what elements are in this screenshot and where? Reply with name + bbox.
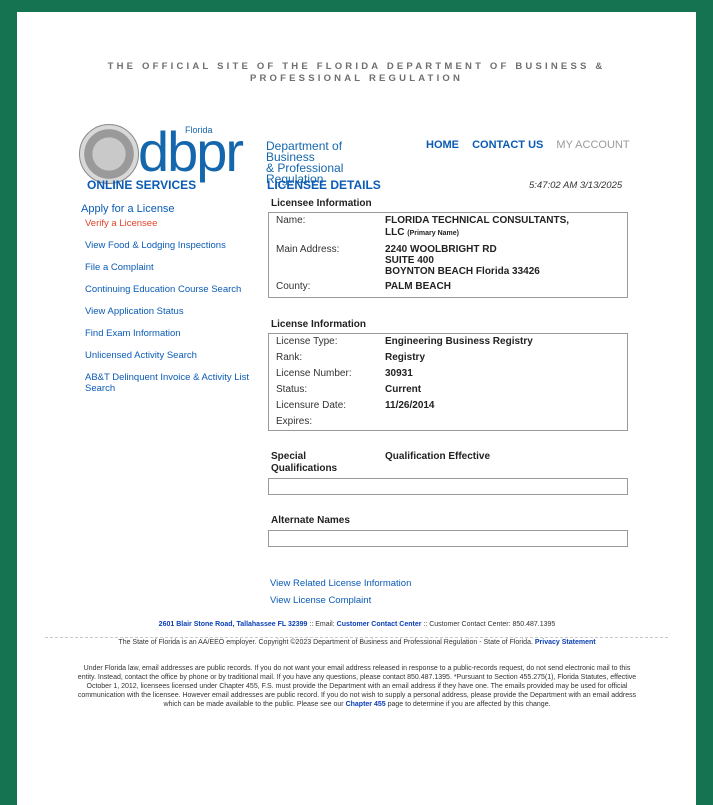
rank-value: Registry xyxy=(385,352,426,363)
footer-equal-opportunity: The State of Florida is an AA/EEO employ… xyxy=(77,638,637,647)
rank-label: Rank: xyxy=(276,352,303,363)
address-line1: 2240 WOOLBRIGHT RD xyxy=(385,244,497,255)
footer-address[interactable]: 2601 Blair Stone Road, Tallahassee FL 32… xyxy=(159,621,308,628)
status-row: Status: Current xyxy=(269,382,627,398)
licensee-info-box: Name: FLORIDA TECHNICAL CONSULTANTS, LLC… xyxy=(268,212,628,298)
timestamp: 5:47:02 AM 3/13/2025 xyxy=(529,180,623,191)
licensure-date-label: Licensure Date: xyxy=(276,400,347,411)
name-value-line1: FLORIDA TECHNICAL CONSULTANTS, xyxy=(385,215,570,226)
address-value: 2240 WOOLBRIGHT RD SUITE 400 BOYNTON BEA… xyxy=(385,244,627,277)
sidebar-apply-license[interactable]: Apply for a License xyxy=(81,203,256,215)
chapter-455-link[interactable]: Chapter 455 xyxy=(346,701,386,708)
nav-my-account[interactable]: MY ACCOUNT xyxy=(556,139,629,151)
logo-florida: Florida xyxy=(185,125,213,135)
license-complaint-link[interactable]: View License Complaint xyxy=(270,595,371,606)
footer-contact: 2601 Blair Stone Road, Tallahassee FL 32… xyxy=(77,620,637,629)
name-row: Name: FLORIDA TECHNICAL CONSULTANTS, LLC… xyxy=(269,213,627,242)
sidebar-item-verify-licensee[interactable]: Verify a Licensee xyxy=(81,218,256,229)
license-type-row: License Type: Engineering Business Regist… xyxy=(269,334,627,350)
alternate-names-title: Alternate Names xyxy=(271,515,350,526)
nav-home[interactable]: HOME xyxy=(426,139,459,151)
logo-department-line1: Department of Business xyxy=(266,139,343,164)
sidebar-item-application-status[interactable]: View Application Status xyxy=(81,306,256,317)
alternate-names-box xyxy=(268,530,628,547)
address-line2: SUITE 400 xyxy=(385,255,434,266)
page-title: LICENSEE DETAILS xyxy=(267,178,381,192)
footer-copyright: The State of Florida is an AA/EEO employ… xyxy=(118,639,533,646)
nav-contact-us[interactable]: CONTACT US xyxy=(472,139,543,151)
sidebar-item-continuing-education[interactable]: Continuing Education Course Search xyxy=(81,284,256,295)
dbpr-logo[interactable]: dbpr Florida Department of Business & Pr… xyxy=(79,124,379,185)
name-label: Name: xyxy=(276,215,306,226)
expires-label: Expires: xyxy=(276,416,313,427)
license-info-box: License Type: Engineering Business Regist… xyxy=(268,333,628,431)
footer-contact-center-link[interactable]: Customer Contact Center xyxy=(337,621,422,628)
license-number-value: 30931 xyxy=(385,368,413,379)
special-qualifications-box xyxy=(268,478,628,495)
address-label: Main Address: xyxy=(276,244,340,255)
sidebar-item-file-complaint[interactable]: File a Complaint xyxy=(81,262,256,273)
status-label: Status: xyxy=(276,384,308,395)
site-banner-line1: THE OFFICIAL SITE OF THE FLORIDA DEPARTM… xyxy=(107,61,606,72)
footer-legal: Under Florida law, email addresses are p… xyxy=(77,664,637,709)
sidebar: Apply for a License Verify a Licensee Vi… xyxy=(81,203,256,405)
footer-phone: :: Customer Contact Center: 850.487.1395 xyxy=(423,621,556,628)
page-content: THE OFFICIAL SITE OF THE FLORIDA DEPARTM… xyxy=(17,12,696,805)
address-line3: BOYNTON BEACH Florida 33426 xyxy=(385,266,540,277)
special-qualifications-label: Special Qualifications xyxy=(271,451,338,474)
license-type-label: License Type: xyxy=(276,336,338,347)
license-number-label: License Number: xyxy=(276,368,352,379)
license-info-title: License Information xyxy=(271,319,367,330)
florida-seal-icon xyxy=(79,124,139,184)
footer-email-prefix: :: Email: xyxy=(309,621,335,628)
county-value: PALM BEACH xyxy=(385,281,451,292)
sidebar-item-food-lodging[interactable]: View Food & Lodging Inspections xyxy=(81,240,256,251)
name-value: FLORIDA TECHNICAL CONSULTANTS, LLC (Prim… xyxy=(385,215,627,240)
footer-legal-text-end: page to determine if you are affected by… xyxy=(387,701,551,708)
online-services-heading: ONLINE SERVICES xyxy=(87,178,197,192)
special-qualifications-value: Qualification Effective xyxy=(385,451,491,462)
status-value: Current xyxy=(385,384,422,395)
sidebar-item-exam-information[interactable]: Find Exam Information xyxy=(81,328,256,339)
name-value-line2: LLC xyxy=(385,227,405,238)
license-number-row: License Number: 30931 xyxy=(269,366,627,382)
sidebar-item-unlicensed-activity[interactable]: Unlicensed Activity Search xyxy=(81,350,256,361)
county-label: County: xyxy=(276,281,311,292)
license-type-value: Engineering Business Registry xyxy=(385,336,533,347)
privacy-statement-link[interactable]: Privacy Statement xyxy=(535,639,596,646)
licensee-info-title: Licensee Information xyxy=(271,198,372,209)
site-banner-line2: PROFESSIONAL REGULATION xyxy=(249,73,464,84)
site-banner: THE OFFICIAL SITE OF THE FLORIDA DEPARTM… xyxy=(17,61,696,85)
related-license-link[interactable]: View Related License Information xyxy=(270,578,411,589)
top-navigation: HOME CONTACT US MY ACCOUNT xyxy=(426,139,640,151)
rank-row: Rank: Registry xyxy=(269,350,627,366)
sidebar-item-abt-delinquent[interactable]: AB&T Delinquent Invoice & Activity List … xyxy=(81,372,256,394)
county-row: County: PALM BEACH xyxy=(269,279,627,295)
expires-value xyxy=(385,416,627,428)
expires-row: Expires: xyxy=(269,414,627,430)
address-row: Main Address: 2240 WOOLBRIGHT RD SUITE 4… xyxy=(269,242,627,279)
licensure-date-row: Licensure Date: 11/26/2014 xyxy=(269,398,627,414)
licensure-date-value: 11/26/2014 xyxy=(385,400,435,411)
primary-name-note: (Primary Name) xyxy=(407,230,459,237)
